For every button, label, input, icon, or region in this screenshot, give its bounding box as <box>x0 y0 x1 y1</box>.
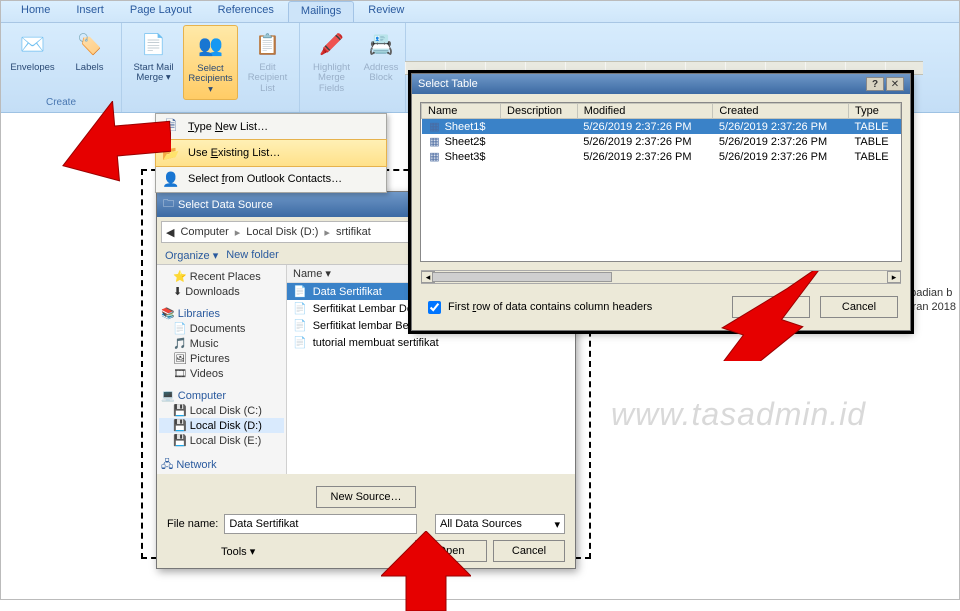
chevron-down-icon: ▾ <box>554 518 560 531</box>
tools-dropdown[interactable]: Tools ▾ <box>221 545 255 558</box>
group-create-label: Create <box>5 97 117 110</box>
group-startmerge: 📄 Start Mail Merge ▾ 👥 Select Recipients… <box>122 23 300 112</box>
group-create: ✉️ Envelopes 🏷️ Labels Create <box>1 23 122 112</box>
table-row[interactable]: ▦ Sheet3$ 5/26/2019 2:37:26 PM 5/26/2019… <box>422 149 901 164</box>
new-folder-button[interactable]: New folder <box>226 249 279 262</box>
edit-list-icon: 📋 <box>252 29 284 61</box>
envelope-icon: ✉️ <box>17 29 49 61</box>
menu-outlook-contacts[interactable]: 👤 Select from Outlook Contacts… <box>156 166 386 192</box>
existing-list-icon: 📂 <box>162 144 180 162</box>
ribbon-tab-strip: Home Insert Page Layout References Maili… <box>1 1 959 23</box>
tree-documents[interactable]: 📄 Documents <box>159 321 284 336</box>
cancel-button-ds[interactable]: Cancel <box>493 540 565 562</box>
address-block-button[interactable]: 📇 Address Block <box>361 25 401 88</box>
help-button[interactable]: ? <box>866 77 884 91</box>
labels-button[interactable]: 🏷️ Labels <box>62 25 117 77</box>
first-row-checkbox-input[interactable] <box>428 301 441 314</box>
scroll-thumb[interactable] <box>432 272 612 282</box>
tree-disk-e[interactable]: 💾 Local Disk (E:) <box>159 433 284 448</box>
select-recipients-menu: 🗎 Type New List… 📂 Use Existing List… 👤 … <box>155 113 387 193</box>
tree-network[interactable]: 🖧 Network <box>159 454 284 474</box>
sheet-icon: ▦ <box>428 135 442 148</box>
file-item-3[interactable]: 📄 tutorial membuat sertifikat <box>287 334 575 351</box>
mail-merge-icon: 📄 <box>138 29 170 61</box>
first-row-checkbox[interactable]: First row of data contains column header… <box>424 298 652 317</box>
envelopes-button[interactable]: ✉️ Envelopes <box>5 25 60 77</box>
back-icon[interactable]: ◀ <box>166 226 174 239</box>
open-button[interactable]: Open <box>415 540 487 562</box>
col-created[interactable]: Created <box>713 104 849 119</box>
group-writeinsert: 🖍️ Highlight Merge Fields 📇 Address Bloc… <box>300 23 406 112</box>
table-row[interactable]: ▦ Sheet2$ 5/26/2019 2:37:26 PM 5/26/2019… <box>422 134 901 149</box>
recipients-icon: 👥 <box>195 30 227 62</box>
tab-references[interactable]: References <box>206 1 286 22</box>
select-table-dialog: Select Table ? ✕ Name Description Modifi… <box>411 73 911 331</box>
col-name[interactable]: Name <box>422 104 501 119</box>
nav-tree: ⭐ Recent Places ⬇ Downloads 📚 Libraries … <box>157 265 287 474</box>
start-mail-merge-button[interactable]: 📄 Start Mail Merge ▾ <box>126 25 181 88</box>
tree-videos[interactable]: 🎞 Videos <box>159 366 284 381</box>
edit-recipient-list-button[interactable]: 📋 Edit Recipient List <box>240 25 295 98</box>
scroll-right-icon[interactable]: ▸ <box>887 271 901 283</box>
tree-downloads[interactable]: ⬇ Downloads <box>159 284 284 299</box>
ok-button[interactable]: OK <box>732 296 810 318</box>
highlight-icon: 🖍️ <box>316 29 348 61</box>
menu-use-existing[interactable]: 📂 Use Existing List… <box>155 139 387 167</box>
select-table-title: Select Table ? ✕ <box>412 74 910 94</box>
outlook-icon: 👤 <box>162 170 180 188</box>
tree-disk-c[interactable]: 💾 Local Disk (C:) <box>159 403 284 418</box>
tree-music[interactable]: 🎵 Music <box>159 336 284 351</box>
close-button[interactable]: ✕ <box>886 77 904 91</box>
col-modified[interactable]: Modified <box>577 104 713 119</box>
path-folder[interactable]: srtifikat <box>336 226 371 238</box>
tab-insert[interactable]: Insert <box>64 1 116 22</box>
folder-icon: 🗀 <box>163 195 174 214</box>
filename-label: File name: <box>167 518 218 530</box>
horizontal-scrollbar[interactable]: ◂ ▸ <box>421 270 901 284</box>
highlight-merge-button[interactable]: 🖍️ Highlight Merge Fields <box>304 25 359 98</box>
select-recipients-button[interactable]: 👥 Select Recipients ▾ <box>183 25 238 100</box>
cancel-button-st[interactable]: Cancel <box>820 296 898 318</box>
table-row[interactable]: ▦ Sheet1$ 5/26/2019 2:37:26 PM 5/26/2019… <box>422 119 901 135</box>
path-computer[interactable]: Computer <box>180 226 228 238</box>
tree-recent[interactable]: ⭐ Recent Places <box>159 269 284 284</box>
filter-dropdown[interactable]: All Data Sources▾ <box>435 514 565 534</box>
tree-pictures[interactable]: 🖼 Pictures <box>159 351 284 366</box>
menu-type-new-list[interactable]: 🗎 Type New List… <box>156 114 386 140</box>
tab-pagelayout[interactable]: Page Layout <box>118 1 204 22</box>
new-source-button[interactable]: New Source… <box>316 486 416 508</box>
path-disk[interactable]: Local Disk (D:) <box>246 226 318 238</box>
tab-mailings[interactable]: Mailings <box>288 1 354 22</box>
watermark: www.tasadmin.id <box>611 396 866 433</box>
sheet-icon: ▦ <box>428 150 442 163</box>
col-desc[interactable]: Description <box>501 104 578 119</box>
labels-icon: 🏷️ <box>74 29 106 61</box>
tree-computer[interactable]: 💻 Computer <box>159 387 284 403</box>
organize-button[interactable]: Organize ▾ <box>165 249 218 262</box>
document-text-fragment: ribadian bjaran 2018 <box>904 286 956 315</box>
tree-libraries[interactable]: 📚 Libraries <box>159 305 284 321</box>
col-type[interactable]: Type <box>849 104 901 119</box>
tree-disk-d[interactable]: 💾 Local Disk (D:) <box>159 418 284 433</box>
tab-review[interactable]: Review <box>356 1 416 22</box>
tab-home[interactable]: Home <box>9 1 62 22</box>
filename-input[interactable] <box>224 514 417 534</box>
address-icon: 📇 <box>365 29 397 61</box>
new-list-icon: 🗎 <box>162 118 180 136</box>
sheet-icon: ▦ <box>428 120 442 133</box>
table-list: Name Description Modified Created Type ▦… <box>420 102 902 262</box>
